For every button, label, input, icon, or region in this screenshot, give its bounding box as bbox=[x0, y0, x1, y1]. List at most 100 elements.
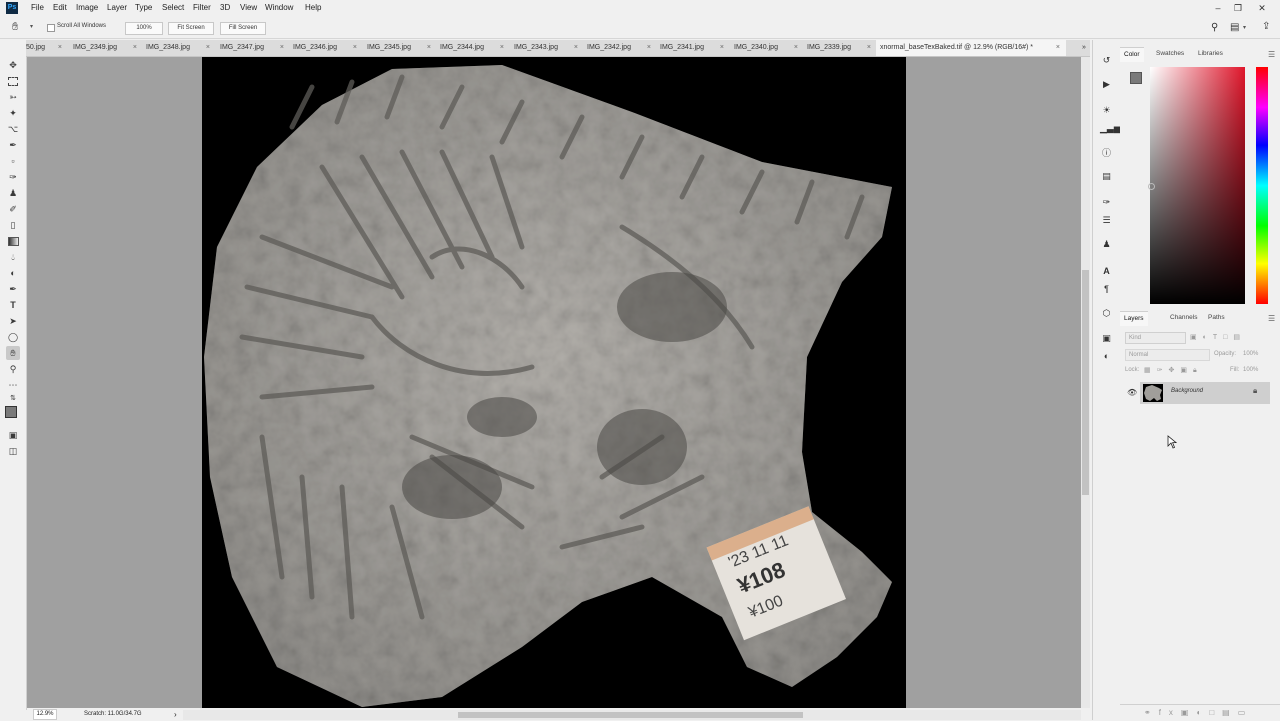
zoom-100-button[interactable]: 100% bbox=[125, 22, 163, 35]
move-tool-icon[interactable]: ✥ bbox=[6, 58, 20, 72]
close-tab-icon[interactable]: × bbox=[500, 40, 504, 56]
tab-libraries[interactable]: Libraries bbox=[1194, 47, 1227, 61]
menu-select[interactable]: Select bbox=[162, 3, 184, 12]
layer-visibility-eye-icon[interactable]: 👁︎ bbox=[1127, 388, 1137, 397]
adjustments-panel-icon[interactable]: ☀︎ bbox=[1100, 104, 1113, 117]
history-brush-tool-icon[interactable]: ✐ bbox=[6, 202, 20, 216]
hand-tool-preset-icon[interactable]: ✋︎ bbox=[12, 21, 18, 34]
close-tab-icon[interactable]: × bbox=[133, 40, 137, 56]
ellipse-tool-icon[interactable]: ◯ bbox=[6, 330, 20, 344]
brush-tool-icon[interactable]: ✑ bbox=[6, 170, 20, 184]
color-picker-cursor[interactable] bbox=[1148, 183, 1155, 190]
lock-icons[interactable]: ▦✑✥▣🔒︎ bbox=[1144, 366, 1203, 375]
3d-panel-icon[interactable]: ⬡ bbox=[1100, 307, 1113, 320]
actions-panel-icon[interactable]: ▶ bbox=[1100, 78, 1113, 91]
tab-active-document[interactable]: xnormal_baseTexBaked.tif @ 12.9% (RGB/16… bbox=[876, 40, 1066, 56]
tab-layers[interactable]: Layers bbox=[1120, 311, 1148, 326]
zoom-tool-icon[interactable]: ⚲ bbox=[6, 362, 20, 376]
foreground-color-swatch[interactable] bbox=[5, 406, 17, 418]
hand-tool-icon[interactable]: ✋︎ bbox=[6, 346, 20, 360]
menu-3d[interactable]: 3D bbox=[220, 3, 230, 12]
close-tab-icon[interactable]: × bbox=[574, 40, 578, 56]
healing-brush-tool-icon[interactable]: ▫ bbox=[6, 154, 20, 168]
horizontal-scrollbar-thumb[interactable] bbox=[458, 712, 803, 718]
document-canvas[interactable]: '23 11 11 ¥108 ¥100 bbox=[202, 57, 906, 708]
fit-screen-button[interactable]: Fit Screen bbox=[168, 22, 214, 35]
workspace-icon[interactable]: ▤ bbox=[1230, 22, 1239, 33]
share-icon[interactable]: ⇪ bbox=[1262, 21, 1270, 32]
paragraph-panel-icon[interactable]: ¶ bbox=[1100, 283, 1113, 296]
menu-filter[interactable]: Filter bbox=[193, 3, 211, 12]
panel-menu-icon[interactable]: ☰ bbox=[1268, 50, 1275, 59]
status-menu-arrow[interactable]: › bbox=[174, 709, 177, 720]
layer-filter-kind[interactable]: Kind bbox=[1125, 332, 1186, 344]
tab-document[interactable]: IMG_2346.jpg × bbox=[293, 40, 359, 56]
tab-document[interactable]: IMG_2349.jpg × bbox=[73, 40, 139, 56]
layers-footer-icons[interactable]: ⚭fx▣◐□▤▭ bbox=[1144, 708, 1253, 717]
menu-view[interactable]: View bbox=[240, 3, 257, 12]
tab-swatches[interactable]: Swatches bbox=[1152, 47, 1188, 61]
eyedropper-tool-icon[interactable]: ✒ bbox=[6, 138, 20, 152]
menu-help[interactable]: Help bbox=[305, 3, 321, 12]
tab-overflow-button[interactable]: » bbox=[1078, 40, 1090, 56]
lasso-tool-icon[interactable]: ➳ bbox=[6, 90, 20, 104]
panel-foreground-swatch[interactable] bbox=[1130, 72, 1142, 84]
tab-document[interactable]: 50.jpg × bbox=[26, 40, 64, 56]
close-tab-icon[interactable]: × bbox=[647, 40, 651, 56]
edit-toolbar-icon[interactable]: ⋯ bbox=[6, 378, 20, 392]
close-tab-icon[interactable]: × bbox=[280, 40, 284, 56]
tab-document[interactable]: IMG_2348.jpg × bbox=[146, 40, 212, 56]
history-panel-icon[interactable]: ↺ bbox=[1100, 54, 1113, 67]
preset-dropdown-icon[interactable]: ▾ bbox=[30, 23, 33, 30]
hue-slider[interactable] bbox=[1256, 67, 1268, 304]
tab-document[interactable]: IMG_2347.jpg × bbox=[220, 40, 286, 56]
canvas-area[interactable]: '23 11 11 ¥108 ¥100 bbox=[27, 57, 1081, 708]
close-window-button[interactable]: ✕ bbox=[1250, 1, 1274, 15]
zoom-level-field[interactable]: 12.9% bbox=[33, 709, 57, 720]
menu-type[interactable]: Type bbox=[135, 3, 152, 12]
search-icon[interactable]: ⚲ bbox=[1211, 22, 1218, 33]
close-tab-icon[interactable]: × bbox=[1056, 40, 1060, 56]
layer-filter-icons[interactable]: ▣◐T□▤ bbox=[1190, 333, 1246, 341]
gradient-tool-icon[interactable] bbox=[6, 234, 20, 248]
close-tab-icon[interactable]: × bbox=[353, 40, 357, 56]
brushes-panel-icon[interactable]: ✑ bbox=[1100, 196, 1113, 209]
swap-colors-icon[interactable]: ⇅ bbox=[6, 392, 20, 406]
tab-document[interactable]: IMG_2345.jpg × bbox=[367, 40, 433, 56]
clone-source-panel-icon[interactable]: ♟ bbox=[1100, 238, 1113, 251]
styles-panel-icon[interactable]: ◐ bbox=[1100, 350, 1113, 363]
crop-tool-icon[interactable]: ⌥ bbox=[6, 122, 20, 136]
blend-mode-select[interactable]: Normal bbox=[1125, 349, 1210, 361]
close-tab-icon[interactable]: × bbox=[58, 40, 62, 56]
menu-layer[interactable]: Layer bbox=[107, 3, 127, 12]
tab-channels[interactable]: Channels bbox=[1166, 311, 1201, 325]
type-tool-icon[interactable]: T bbox=[6, 298, 20, 312]
pen-tool-icon[interactable]: ✒ bbox=[6, 282, 20, 296]
dodge-tool-icon[interactable]: ◐ bbox=[6, 266, 20, 280]
tab-color[interactable]: Color bbox=[1120, 47, 1144, 62]
blur-tool-icon[interactable]: 💧︎ bbox=[6, 250, 20, 264]
properties-panel-icon[interactable]: ▤ bbox=[1100, 170, 1113, 183]
restore-button[interactable]: ❐ bbox=[1226, 1, 1250, 15]
clone-stamp-tool-icon[interactable]: ♟ bbox=[6, 186, 20, 200]
close-tab-icon[interactable]: × bbox=[206, 40, 210, 56]
vertical-scrollbar-thumb[interactable] bbox=[1082, 270, 1089, 495]
screen-mode-icon[interactable]: ◫ bbox=[6, 444, 20, 458]
tab-document[interactable]: IMG_2343.jpg × bbox=[514, 40, 580, 56]
fill-screen-button[interactable]: Fill Screen bbox=[220, 22, 266, 35]
tab-document[interactable]: IMG_2339.jpg × bbox=[807, 40, 873, 56]
close-tab-icon[interactable]: × bbox=[794, 40, 798, 56]
menu-image[interactable]: Image bbox=[76, 3, 98, 12]
fill-value[interactable]: 100% bbox=[1243, 367, 1258, 373]
menu-edit[interactable]: Edit bbox=[53, 3, 67, 12]
tab-document[interactable]: IMG_2344.jpg × bbox=[440, 40, 506, 56]
close-tab-icon[interactable]: × bbox=[427, 40, 431, 56]
tab-document[interactable]: IMG_2342.jpg × bbox=[587, 40, 653, 56]
info-panel-icon[interactable]: ⓘ bbox=[1100, 147, 1113, 160]
marquee-tool-icon[interactable] bbox=[6, 74, 20, 88]
menu-window[interactable]: Window bbox=[265, 3, 293, 12]
quick-mask-icon[interactable]: ▣ bbox=[6, 428, 20, 442]
tab-document[interactable]: IMG_2340.jpg × bbox=[734, 40, 800, 56]
scroll-all-windows-checkbox[interactable] bbox=[47, 24, 55, 32]
menu-file[interactable]: File bbox=[31, 3, 44, 12]
